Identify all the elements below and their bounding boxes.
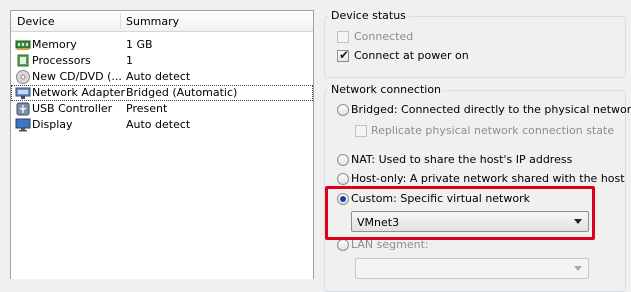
memory-icon [15, 40, 31, 50]
connect-at-power-on-label: Connect at power on [354, 49, 469, 62]
host-only-label: Host-only: A private network shared with… [351, 172, 625, 185]
connected-checkbox[interactable] [337, 31, 349, 43]
device-list-header: Device Summary [11, 11, 313, 32]
device-name: Processors [32, 54, 91, 67]
network-adapter-icon [15, 87, 31, 99]
usb-icon [16, 102, 30, 116]
bridged-label: Bridged: Connected directly to the physi… [351, 103, 631, 116]
device-status-group [324, 16, 626, 78]
chevron-down-icon [574, 266, 582, 271]
replicate-state-label: Replicate physical network connection st… [371, 124, 615, 137]
checkmark-icon: ✔ [339, 48, 350, 62]
device-row-network-adapter[interactable]: Network Adapter Bridged (Automatic) [11, 85, 313, 101]
connect-at-power-on-checkbox[interactable]: ✔ [337, 48, 350, 62]
device-summary: Bridged (Automatic) [126, 86, 238, 99]
device-status-title: Device status [328, 9, 409, 22]
column-divider[interactable] [120, 13, 121, 29]
nat-label: NAT: Used to share the host's IP address [351, 153, 573, 166]
device-name: Display [32, 118, 73, 131]
device-summary: 1 [126, 54, 133, 67]
device-name: New CD/DVD (... [32, 70, 122, 83]
bridged-radio[interactable] [337, 104, 349, 116]
nat-radio[interactable] [337, 154, 349, 166]
replicate-state-checkbox[interactable] [355, 125, 367, 137]
device-summary: Present [126, 102, 168, 115]
device-name: Network Adapter [32, 86, 126, 99]
device-name: Memory [32, 38, 77, 51]
lan-segment-radio[interactable] [337, 239, 349, 251]
device-row-cd-dvd[interactable]: New CD/DVD (... Auto detect [11, 69, 313, 85]
connected-label: Connected [354, 30, 414, 43]
device-row-processors[interactable]: Processors 1 [11, 53, 313, 69]
device-row-display[interactable]: Display Auto detect [11, 117, 313, 133]
highlight-box [325, 186, 595, 240]
device-summary: Auto detect [126, 70, 191, 83]
device-list: Device Summary Memory 1 GB Processors 1 … [10, 10, 314, 279]
device-row-usb-controller[interactable]: USB Controller Present [11, 101, 313, 117]
network-connection-title: Network connection [328, 83, 445, 96]
lan-segment-select[interactable] [355, 258, 589, 279]
host-only-radio[interactable] [337, 173, 349, 185]
device-name: USB Controller [32, 102, 113, 115]
column-header-summary[interactable]: Summary [126, 15, 179, 28]
column-header-device[interactable]: Device [17, 15, 55, 28]
device-row-memory[interactable]: Memory 1 GB [11, 37, 313, 53]
display-icon [15, 118, 31, 132]
cd-dvd-icon [16, 70, 30, 84]
processor-icon [17, 54, 29, 67]
device-summary: 1 GB [126, 38, 153, 51]
device-summary: Auto detect [126, 118, 191, 131]
